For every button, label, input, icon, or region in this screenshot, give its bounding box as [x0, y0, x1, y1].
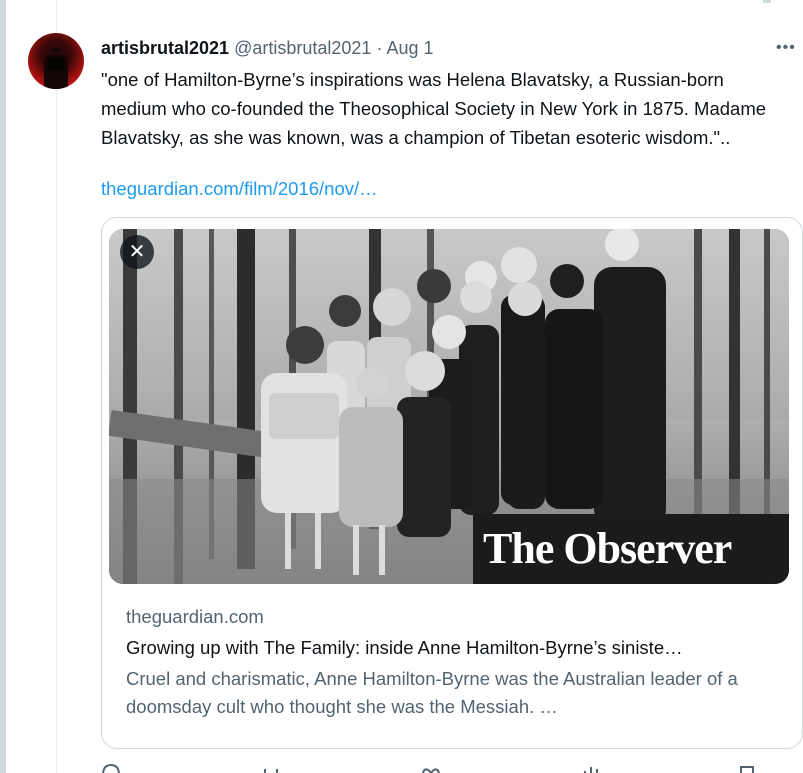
- bookmark-button[interactable]: [737, 762, 757, 773]
- avatar-image: [44, 48, 68, 89]
- like-icon: [422, 768, 440, 773]
- reply-button[interactable]: [101, 762, 121, 773]
- more-icon: •••: [776, 39, 796, 56]
- top-divider: [763, 0, 771, 3]
- card-title[interactable]: Growing up with The Family: inside Anne …: [126, 635, 786, 661]
- tweet-text: "one of Hamilton-Byrne’s inspirations wa…: [101, 69, 772, 148]
- card-domain[interactable]: theguardian.com: [126, 604, 264, 630]
- avatar[interactable]: [28, 33, 84, 89]
- thread-divider: [56, 0, 57, 773]
- views-icon: [584, 767, 598, 773]
- bookmark-icon: [740, 766, 754, 773]
- close-button[interactable]: ✕: [120, 235, 154, 269]
- user-handle[interactable]: @artisbrutal2021: [234, 38, 371, 58]
- tweet-header: artisbrutal2021 @artisbrutal2021 · Aug 1: [101, 36, 434, 60]
- card-description[interactable]: Cruel and charismatic, Anne Hamilton-Byr…: [126, 665, 786, 721]
- like-button[interactable]: [421, 762, 441, 773]
- left-border: [0, 0, 6, 773]
- link-card[interactable]: ✕ The Observer theguardian.com Growing u…: [101, 217, 803, 749]
- reply-icon: [102, 763, 120, 773]
- display-name[interactable]: artisbrutal2021: [101, 38, 229, 58]
- retweet-button[interactable]: [261, 762, 281, 773]
- views-button[interactable]: [581, 762, 601, 773]
- tweet-page: artisbrutal2021 @artisbrutal2021 · Aug 1…: [0, 0, 803, 773]
- tweet-link[interactable]: theguardian.com/film/2016/nov/…: [101, 174, 378, 203]
- retweet-icon: [264, 769, 278, 773]
- close-icon: ✕: [128, 241, 146, 263]
- card-image[interactable]: ✕ The Observer: [109, 229, 789, 584]
- observer-logo-text: The Observer: [483, 524, 732, 573]
- separator-dot: ·: [376, 38, 383, 58]
- tweet-date[interactable]: Aug 1: [386, 38, 433, 58]
- more-button[interactable]: •••: [776, 38, 802, 58]
- tweet-actions: [101, 762, 801, 773]
